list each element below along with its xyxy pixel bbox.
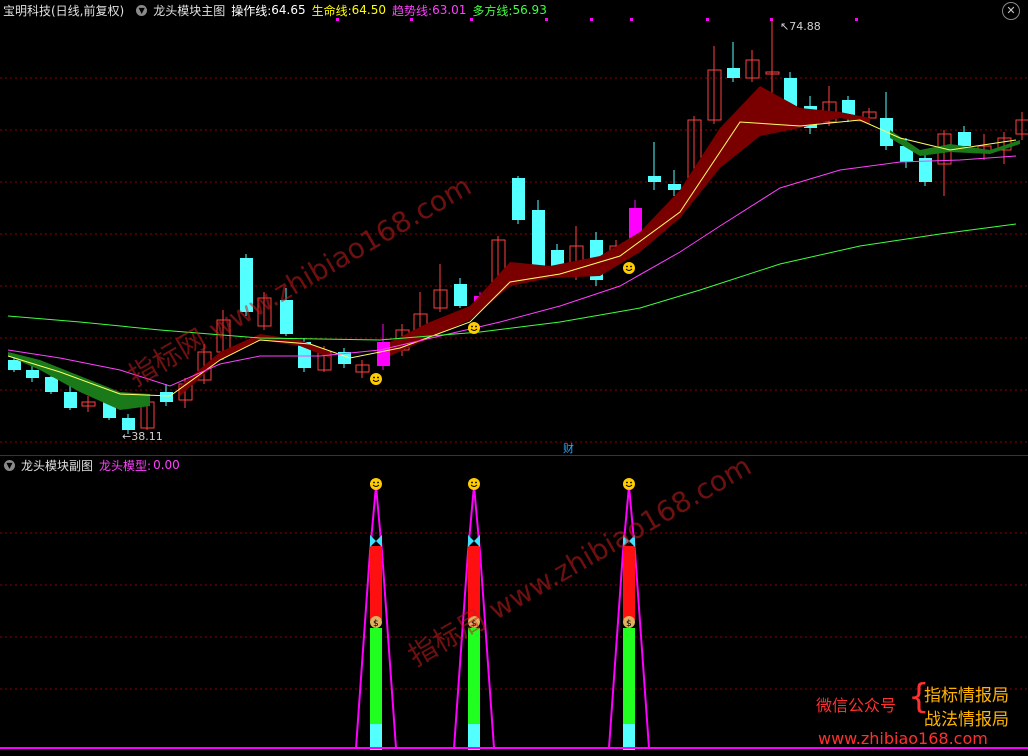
life-value: 64.50 bbox=[351, 3, 387, 17]
candle-body bbox=[727, 68, 740, 78]
money-bag-icon: $ bbox=[626, 619, 632, 629]
ad-url: www.zhibiao168.com bbox=[818, 729, 988, 748]
ad-line1: 指标情报局 bbox=[924, 686, 1009, 706]
candle-body bbox=[122, 418, 135, 430]
candle-body bbox=[512, 178, 525, 220]
smiley-icon bbox=[373, 481, 375, 484]
spike-bar-green bbox=[370, 628, 382, 724]
candle-body bbox=[958, 132, 971, 146]
smiley-icon bbox=[468, 322, 480, 334]
spike-bar-cyan bbox=[370, 724, 382, 750]
candle-body bbox=[26, 370, 39, 378]
candle-body bbox=[64, 392, 77, 408]
candle-body bbox=[160, 392, 173, 402]
op-label: 操作线: bbox=[231, 3, 272, 18]
model-label: 龙头模型: bbox=[99, 458, 152, 473]
smiley-icon bbox=[475, 325, 477, 328]
spike-bar-cyan bbox=[468, 724, 480, 750]
signal-dot bbox=[590, 18, 593, 21]
spike-bar-cyan bbox=[623, 724, 635, 750]
trend-value: 63.01 bbox=[432, 3, 467, 17]
spike-bar-red bbox=[623, 546, 635, 620]
high-price-marker: ↖74.88 bbox=[780, 20, 821, 33]
op-value: 64.65 bbox=[271, 3, 306, 17]
trend-label: 趋势线: bbox=[392, 3, 433, 18]
butterfly-icon bbox=[370, 535, 382, 547]
candle-body bbox=[45, 377, 58, 392]
candle-body bbox=[648, 176, 661, 182]
chevron-down-icon[interactable]: ▼ bbox=[4, 459, 15, 471]
life-label: 生命线: bbox=[311, 3, 352, 18]
main-pane-header: 宝明科技(日线,前复权) ▼ 龙头模块主图 操作线: 64.65 生命线: 64… bbox=[0, 0, 553, 20]
smiley-icon bbox=[377, 376, 379, 379]
smiley-icon bbox=[623, 478, 635, 490]
indicator-name[interactable]: 龙头模块主图 bbox=[153, 2, 225, 19]
sub-pane-header: ▼ 龙头模块副图 龙头模型: 0.00 bbox=[0, 455, 186, 475]
smiley-icon bbox=[370, 373, 382, 385]
bull-value: 56.93 bbox=[512, 3, 547, 17]
smiley-icon bbox=[373, 376, 375, 379]
ad-wechat: 微信公众号 bbox=[816, 696, 897, 715]
finance-tag[interactable]: 财 bbox=[563, 440, 574, 456]
model-value: 0.00 bbox=[153, 458, 180, 472]
ad-line2: 战法情报局 bbox=[924, 710, 1009, 730]
smiley-icon bbox=[468, 478, 480, 490]
candle-body bbox=[454, 284, 467, 306]
smiley-icon bbox=[626, 265, 628, 268]
candle-body bbox=[377, 342, 390, 366]
smiley-icon bbox=[475, 481, 477, 484]
smiley-icon bbox=[623, 262, 635, 274]
smiley-icon bbox=[377, 481, 379, 484]
candle-body bbox=[532, 210, 545, 268]
smiley-icon bbox=[471, 325, 473, 328]
smiley-icon bbox=[626, 481, 628, 484]
bull-label: 多方线: bbox=[472, 3, 513, 18]
candle-body bbox=[8, 360, 21, 370]
spike-bar-green bbox=[623, 628, 635, 724]
smiley-icon bbox=[471, 481, 473, 484]
signal-dot bbox=[855, 18, 858, 21]
smiley-icon bbox=[630, 265, 632, 268]
signal-dot bbox=[630, 18, 633, 21]
security-title: 宝明科技(日线,前复权) bbox=[3, 3, 125, 18]
low-price-marker: ←38.11 bbox=[122, 430, 163, 443]
sub-indicator-name[interactable]: 龙头模块副图 bbox=[21, 457, 93, 474]
close-icon[interactable]: ✕ bbox=[1002, 2, 1020, 20]
smiley-icon bbox=[630, 481, 632, 484]
butterfly-icon bbox=[468, 535, 480, 547]
candle-body bbox=[668, 184, 681, 190]
smiley-icon bbox=[370, 478, 382, 490]
signal-dot bbox=[706, 18, 709, 21]
money-bag-icon: $ bbox=[373, 619, 379, 629]
spike-bar-red bbox=[370, 546, 382, 620]
chevron-down-icon[interactable]: ▼ bbox=[136, 4, 148, 16]
